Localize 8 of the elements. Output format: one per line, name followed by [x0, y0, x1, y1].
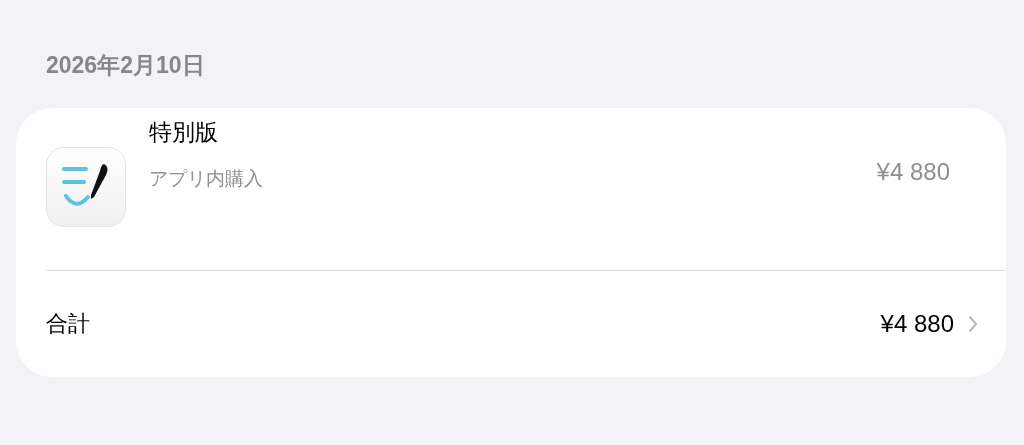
- item-name: 特別版: [149, 119, 219, 145]
- app-icon: [46, 147, 126, 227]
- item-price: ¥4 880: [876, 157, 950, 182]
- item-type: アプリ内購入: [149, 167, 263, 191]
- chevron-icon: [968, 314, 978, 333]
- total-label: 合計: [46, 310, 90, 338]
- date-heading: 2026年2月10日: [45, 51, 206, 80]
- total-amount: ¥4 880: [880, 308, 954, 339]
